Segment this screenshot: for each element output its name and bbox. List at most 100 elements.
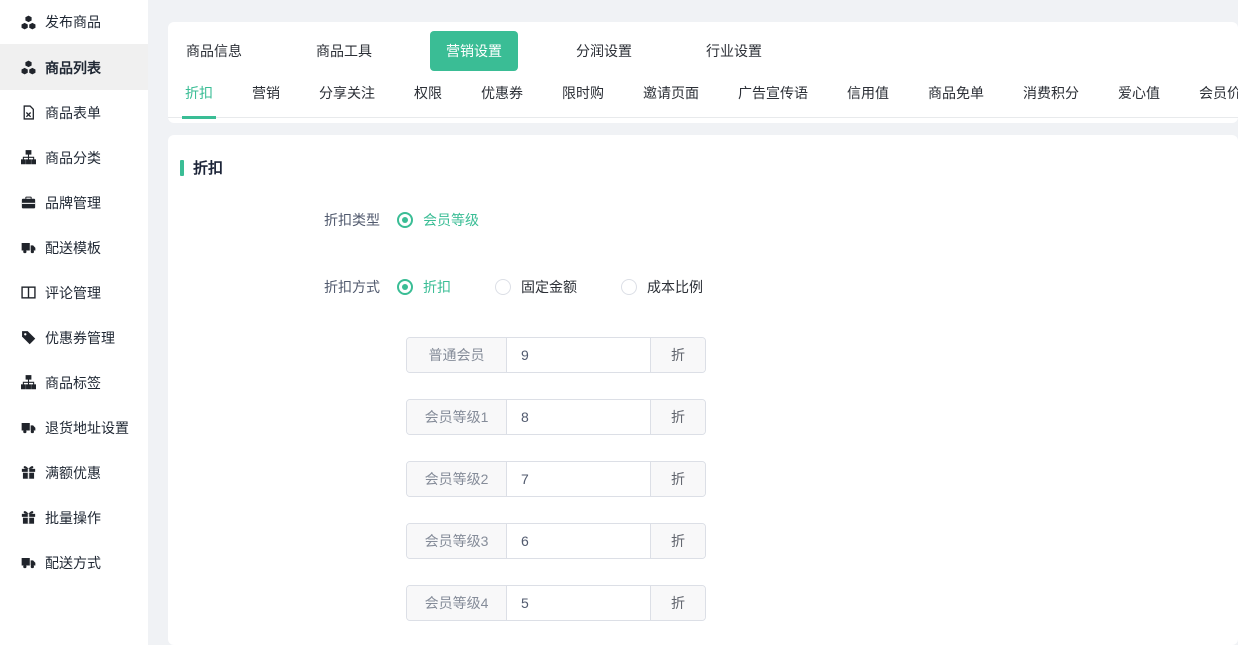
truck-icon [21,555,36,570]
sidebar-item-label: 商品列表 [45,58,101,78]
subtab-广告宣传语[interactable]: 广告宣传语 [735,75,811,119]
level-name-label: 会员等级3 [407,524,507,558]
sidebar-item-label: 配送方式 [45,553,101,573]
discount-type-row: 折扣类型 会员等级 [180,210,1238,230]
tab-商品工具[interactable]: 商品工具 [316,41,372,61]
subtab-优惠券[interactable]: 优惠券 [478,75,526,119]
subtab-爱心值[interactable]: 爱心值 [1115,75,1163,119]
sidebar: 发布商品商品列表商品表单商品分类品牌管理配送模板评论管理优惠券管理商品标签退货地… [0,0,148,645]
sidebar-item-品牌管理[interactable]: 品牌管理 [0,180,148,225]
sidebar-item-配送模板[interactable]: 配送模板 [0,225,148,270]
sidebar-item-label: 优惠券管理 [45,328,115,348]
subtab-消费积分[interactable]: 消费积分 [1020,75,1082,119]
discount-mode-row: 折扣方式 折扣 固定金额 成本比例 [180,277,1238,297]
level-name-label: 会员等级4 [407,586,507,620]
radio-label: 成本比例 [647,277,703,297]
sidebar-item-评论管理[interactable]: 评论管理 [0,270,148,315]
cubes-icon [21,60,36,75]
tab-行业设置[interactable]: 行业设置 [706,41,762,61]
subtab-折扣[interactable]: 折扣 [182,75,216,119]
unit-label: 折 [650,400,705,434]
discount-level-row-会员等级3: 会员等级3 折 [406,523,706,559]
sidebar-item-满额优惠[interactable]: 满额优惠 [0,450,148,495]
subtab-商品免单[interactable]: 商品免单 [925,75,987,119]
discount-value-input[interactable] [507,524,650,558]
section-header: 折扣 [180,157,1238,178]
subtab-营销[interactable]: 营销 [249,75,283,119]
unit-label: 折 [650,524,705,558]
sidebar-item-优惠券管理[interactable]: 优惠券管理 [0,315,148,360]
sidebar-item-商品标签[interactable]: 商品标签 [0,360,148,405]
gift-icon [21,465,36,480]
sitemap-icon [21,150,36,165]
unit-label: 折 [650,586,705,620]
section-title: 折扣 [193,157,223,178]
radio-label: 折扣 [423,277,451,297]
briefcase-icon [21,195,36,210]
primary-tab-bar: 商品信息 商品工具 营销设置 分润设置 行业设置 [168,22,1238,70]
subtab-邀请页面[interactable]: 邀请页面 [640,75,702,119]
cubes-icon [21,15,36,30]
discount-level-row-会员等级4: 会员等级4 折 [406,585,706,621]
secondary-tab-bar: 折扣营销分享关注权限优惠券限时购邀请页面广告宣传语信用值商品免单消费积分爱心值会… [168,70,1238,118]
unit-label: 折 [650,338,705,372]
sidebar-item-发布商品[interactable]: 发布商品 [0,0,148,45]
discount-level-row-会员等级1: 会员等级1 折 [406,399,706,435]
discount-mode-options: 折扣 固定金额 成本比例 [397,277,747,297]
radio-icon[interactable] [397,279,413,295]
sidebar-item-label: 配送模板 [45,238,101,258]
sitemap-icon [21,375,36,390]
sidebar-item-label: 商品表单 [45,103,101,123]
discount-type-label: 折扣类型 [180,210,380,230]
radio-label: 固定金额 [521,277,577,297]
level-name-label: 会员等级1 [407,400,507,434]
sidebar-item-配送方式[interactable]: 配送方式 [0,540,148,585]
level-name-label: 普通会员 [407,338,507,372]
subtab-限时购[interactable]: 限时购 [559,75,607,119]
truck-icon [21,420,36,435]
sidebar-item-label: 满额优惠 [45,463,101,483]
discount-levels: 普通会员折会员等级1折会员等级2折会员等级3折会员等级4折 [406,337,1238,621]
sidebar-item-label: 商品分类 [45,148,101,168]
discount-value-input[interactable] [507,586,650,620]
radio-icon[interactable] [621,279,637,295]
sidebar-item-退货地址设置[interactable]: 退货地址设置 [0,405,148,450]
sidebar-item-label: 发布商品 [45,12,101,32]
sidebar-item-商品列表[interactable]: 商品列表 [0,45,148,90]
sidebar-item-商品表单[interactable]: 商品表单 [0,90,148,135]
unit-label: 折 [650,462,705,496]
tabs-card: 商品信息 商品工具 营销设置 分润设置 行业设置 折扣营销分享关注权限优惠券限时购邀请页… [168,22,1238,123]
tab-分润设置[interactable]: 分润设置 [576,41,632,61]
discount-value-input[interactable] [507,400,650,434]
truck-icon [21,240,36,255]
tab-营销设置[interactable]: 营销设置 [430,31,518,71]
subtab-权限[interactable]: 权限 [411,75,445,119]
radio-icon[interactable] [495,279,511,295]
file-icon [21,105,36,120]
sidebar-item-label: 品牌管理 [45,193,101,213]
discount-type-options: 会员等级 [397,210,523,230]
tab-商品信息[interactable]: 商品信息 [186,41,242,61]
columns-icon [21,285,36,300]
discount-value-input[interactable] [507,338,650,372]
gift-icon [21,510,36,525]
discount-mode-option-折扣[interactable]: 折扣 [397,277,451,297]
sidebar-item-商品分类[interactable]: 商品分类 [0,135,148,180]
sidebar-item-label: 评论管理 [45,283,101,303]
tag-icon [21,330,36,345]
discount-type-option-会员等级[interactable]: 会员等级 [397,210,479,230]
radio-icon[interactable] [397,212,413,228]
discount-value-input[interactable] [507,462,650,496]
discount-panel: 折扣 折扣类型 会员等级 折扣方式 折扣固定金额成本比例 普通会员折会员等级1折… [168,135,1238,645]
sidebar-item-批量操作[interactable]: 批量操作 [0,495,148,540]
subtab-分享关注[interactable]: 分享关注 [316,75,378,119]
discount-mode-option-成本比例[interactable]: 成本比例 [621,277,703,297]
discount-mode-label: 折扣方式 [180,277,380,297]
sidebar-item-label: 商品标签 [45,373,101,393]
main-content: 商品信息商品工具营销设置分润设置行业设置 折扣营销分享关注权限优惠券限时购邀请页… [168,22,1238,645]
subtab-会员价[interactable]: 会员价 [1196,75,1238,119]
subtab-信用值[interactable]: 信用值 [844,75,892,119]
discount-mode-option-固定金额[interactable]: 固定金额 [495,277,577,297]
sidebar-item-label: 退货地址设置 [45,418,129,438]
discount-level-row-会员等级2: 会员等级2折 [406,461,706,497]
